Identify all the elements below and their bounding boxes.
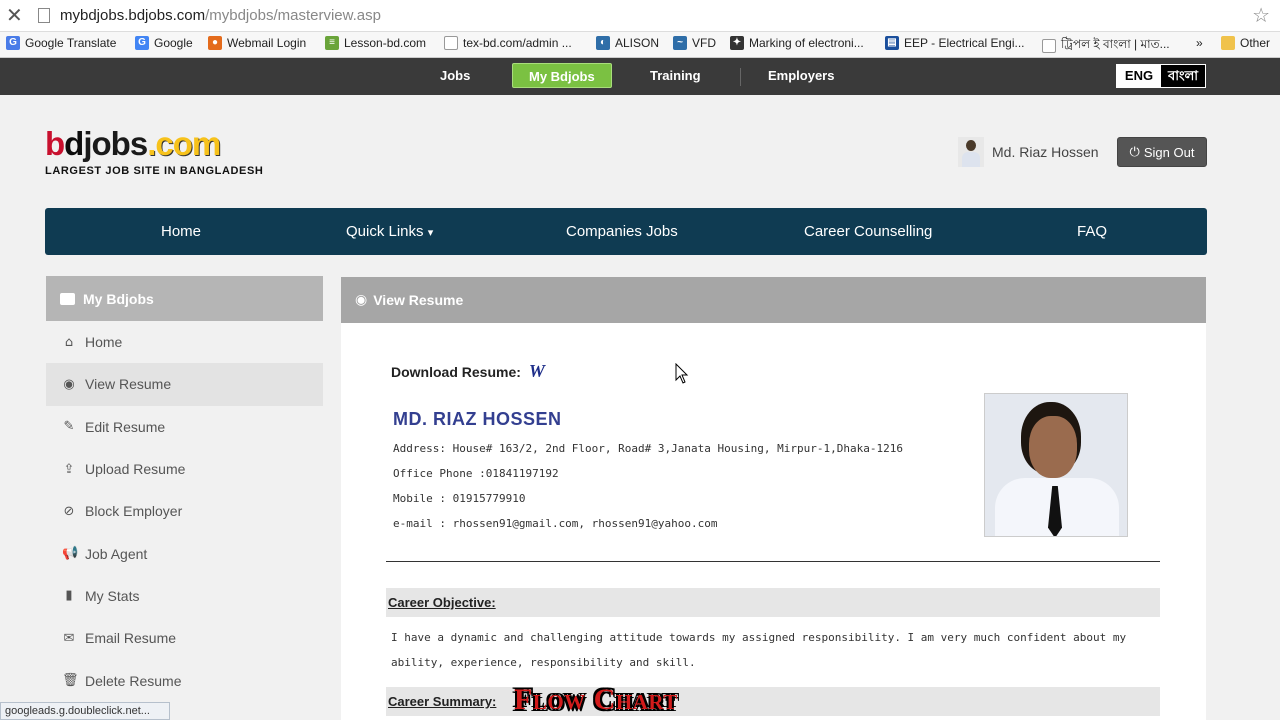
sign-out-button[interactable]: ⏻ Sign Out [1117, 137, 1207, 167]
resume-name: MD. RIAZ HOSSEN [393, 409, 562, 429]
sidebar-item-edit-resume[interactable]: ✎ Edit Resume [46, 406, 323, 448]
power-icon: ⏻ [1129, 144, 1140, 160]
nav-quick-links[interactable]: Quick Links ▾ [346, 223, 433, 240]
logo-wordmark: bdjobs.com [45, 125, 221, 162]
divider [386, 561, 1160, 562]
trash-icon: 🗑 [62, 673, 79, 689]
resume-address: Address: House# 163/2, 2nd Floor, Road# … [393, 442, 903, 455]
browser-address-bar: ✕ mybdjobs.bdjobs.com/mybdjobs/mastervie… [0, 0, 1280, 32]
sidebar-header: My Bdjobs [46, 276, 323, 321]
panel-header: ◉ View Resume [341, 277, 1206, 323]
resume-office-phone: Office Phone :01841197192 [393, 467, 559, 480]
bookmark-webmail-login[interactable]: ● Webmail Login [208, 36, 306, 50]
megaphone-icon: 📢 [62, 546, 79, 562]
briefcase-icon [60, 292, 75, 305]
sidebar-title: My Bdjobs [83, 290, 154, 307]
download-resume: Download Resume: W [391, 361, 545, 382]
url-host: mybdjobs.bdjobs.com [60, 7, 206, 24]
bookmarks-bar: G Google Translate G Google ● Webmail Login… [0, 32, 1280, 58]
status-bar: googleads.g.doubleclick.net... [0, 702, 170, 720]
url-field[interactable]: mybdjobs.bdjobs.com/mybdjobs/masterview.… [60, 7, 381, 24]
caret-down-icon: ▾ [427, 226, 434, 239]
nav-home[interactable]: Home [161, 223, 201, 240]
resume-email: e-mail : rhossen91@gmail.com, rhossen91@… [393, 517, 718, 530]
lesson-icon: ≡ [325, 36, 339, 50]
main-nav: Home Quick Links ▾ Companies Jobs Career… [45, 208, 1207, 255]
bookmark-triple-e-bangla[interactable]: ট্রিপল ই বাংলা | মাত... [1042, 36, 1170, 56]
bookmark-vfd[interactable]: ~ VFD [673, 36, 716, 50]
sidebar-item-home[interactable]: ⌂ Home [46, 321, 323, 363]
bookmark-alison[interactable]: ◐ ALISON [596, 36, 659, 50]
sign-out-label: Sign Out [1143, 144, 1195, 160]
sidebar-item-block-employer[interactable]: ⊘ Block Employer [46, 490, 323, 532]
sidebar: My Bdjobs ⌂ Home ◉ View Resume ✎ Edit Resum… [46, 276, 323, 720]
bdjobs-logo[interactable]: bdjobs.com LARGEST JOB SITE IN BANGLADES… [45, 125, 264, 178]
resume-panel: ◉ View Resume Download Resume: W MD. RIA… [341, 277, 1206, 720]
sidebar-item-view-resume[interactable]: ◉ View Resume [46, 363, 323, 406]
eep-icon: ▤ [885, 36, 899, 50]
page-icon [1042, 39, 1056, 53]
career-summary-heading: Career Summary: [386, 687, 1160, 716]
bookmark-google[interactable]: G Google [135, 36, 193, 50]
vfd-icon: ~ [673, 36, 687, 50]
bookmark-marking[interactable]: ✦ Marking of electroni... [730, 36, 864, 50]
block-icon: ⊘ [63, 503, 75, 519]
nav-companies-jobs[interactable]: Companies Jobs [566, 223, 678, 240]
topnav-divider [740, 68, 741, 86]
lang-bangla-button[interactable]: বাংলা [1161, 65, 1205, 87]
user-name: Md. Riaz Hossen [992, 144, 1099, 160]
topnav-training[interactable]: Training [650, 68, 701, 83]
panel-title: View Resume [373, 292, 464, 308]
lang-eng-button[interactable]: ENG [1117, 65, 1161, 87]
career-objective-heading: Career Objective: [386, 588, 1160, 617]
word-document-icon[interactable]: W [529, 361, 545, 382]
video-caption-overlay: Flow Chart [514, 683, 678, 716]
user-profile[interactable]: Md. Riaz Hossen [958, 137, 1099, 167]
bookmarks-overflow[interactable]: » [1196, 36, 1203, 50]
topnav-employers[interactable]: Employers [768, 68, 834, 83]
eye-icon: ◉ [63, 376, 75, 392]
webmail-icon: ● [208, 36, 222, 50]
resume-mobile: Mobile : 01915779910 [393, 492, 526, 505]
sidebar-item-my-stats[interactable]: ▮ My Stats [46, 575, 323, 617]
nav-faq[interactable]: FAQ [1077, 223, 1107, 240]
more-icon: » [1196, 36, 1203, 50]
url-path: /mybdjobs/masterview.asp [205, 7, 381, 24]
topnav-jobs[interactable]: Jobs [440, 68, 470, 83]
bookmark-eep[interactable]: ▤ EEP - Electrical Engi... [885, 36, 1025, 50]
career-objective-text: I have a dynamic and challenging attitud… [391, 631, 1127, 669]
google-translate-icon: G [6, 36, 20, 50]
stats-icon: ▮ [65, 588, 73, 604]
bookmark-other[interactable]: Other [1221, 36, 1270, 50]
bookmark-lesson-bd[interactable]: ≡ Lesson-bd.com [325, 36, 426, 50]
upload-icon: ⇪ [63, 461, 75, 477]
bookmark-google-translate[interactable]: G Google Translate [6, 36, 116, 50]
edit-icon: ✎ [63, 419, 75, 435]
home-icon: ⌂ [64, 334, 74, 350]
language-switch: ENG বাংলা [1116, 64, 1206, 88]
top-nav: Jobs My Bdjobs Training Employers ENG বা… [0, 58, 1280, 95]
bookmark-star-icon[interactable]: ☆ [1252, 3, 1270, 27]
nav-career-counselling[interactable]: Career Counselling [804, 223, 932, 240]
logo-tagline: LARGEST JOB SITE IN BANGLADESH [45, 165, 264, 177]
profile-photo [984, 393, 1128, 537]
sidebar-item-job-agent[interactable]: 📢 Job Agent [46, 532, 323, 574]
envelope-icon: ✉ [63, 630, 75, 646]
sidebar-item-email-resume[interactable]: ✉ Email Resume [46, 617, 323, 659]
topnav-my-bdjobs[interactable]: My Bdjobs [512, 63, 612, 88]
sidebar-item-delete-resume[interactable]: 🗑 Delete Resume [46, 659, 323, 701]
eye-icon: ◉ [355, 292, 368, 308]
bookmark-tex-bd[interactable]: tex-bd.com/admin ... [444, 36, 572, 50]
google-icon: G [135, 36, 149, 50]
download-label: Download Resume: [391, 363, 521, 380]
sidebar-item-upload-resume[interactable]: ⇪ Upload Resume [46, 448, 323, 490]
close-icon[interactable]: ✕ [6, 4, 23, 26]
page-icon [444, 36, 458, 50]
page-icon [38, 8, 50, 23]
globe-icon: ◐ [596, 36, 610, 50]
avatar [958, 137, 984, 167]
folder-icon [1221, 36, 1235, 50]
marking-icon: ✦ [730, 36, 744, 50]
